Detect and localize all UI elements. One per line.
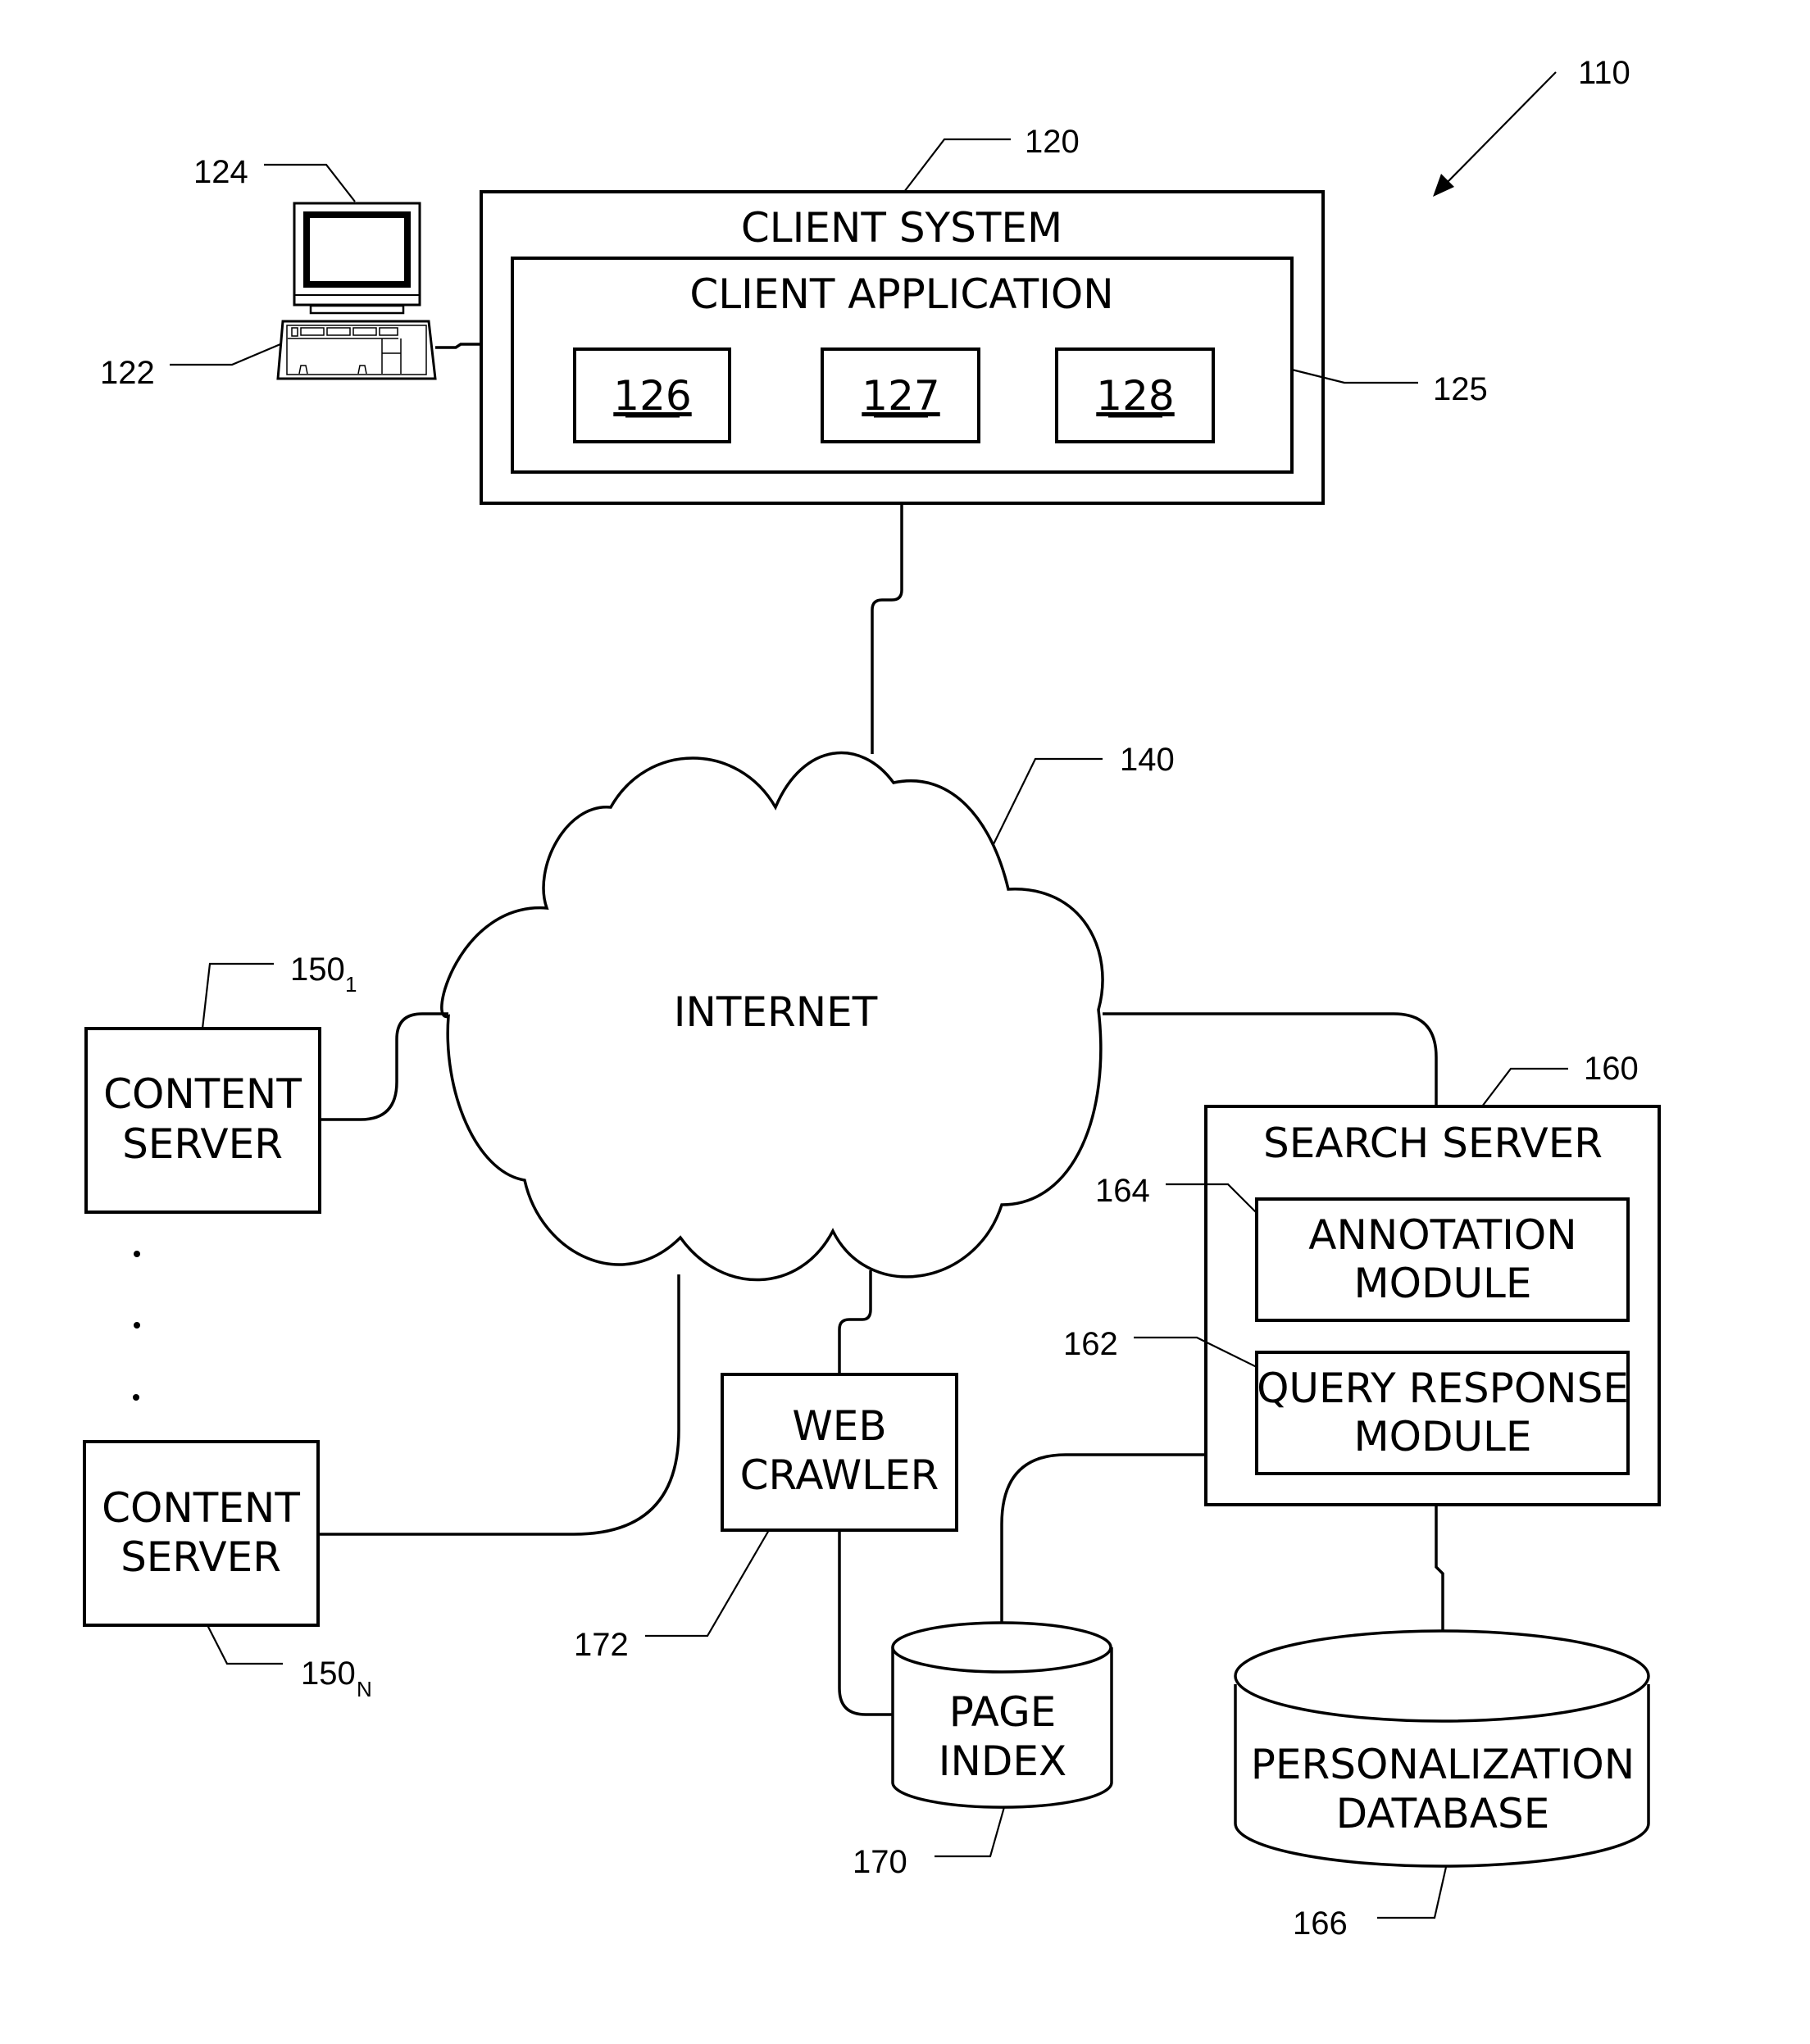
content-server-n: CONTENT SERVER 150 N <box>83 1440 372 1701</box>
search-server: SEARCH SERVER 160 ANNOTATION MODULE 164 … <box>1063 1012 1661 1506</box>
module-126: 126 <box>573 347 731 443</box>
leader-166 <box>1377 1866 1448 1919</box>
search-server-title: SEARCH SERVER <box>1263 1120 1603 1167</box>
search-index-link <box>1000 1453 1206 1623</box>
web-crawler: WEB CRAWLER 172 <box>574 1373 958 1663</box>
ref-label-search-server: 160 <box>1584 1051 1639 1087</box>
ref-label-web-crawler: 172 <box>574 1627 629 1663</box>
leader-122 <box>170 343 281 366</box>
internet-search-link <box>1103 1012 1438 1106</box>
web-crawler-label-line1: WEB <box>792 1402 886 1450</box>
crawler-internet-link <box>838 1270 872 1374</box>
content-server-label-line2: SERVER <box>121 1533 281 1581</box>
client-internet-link <box>871 503 903 754</box>
annotation-module-line1: ANNOTATION <box>1308 1211 1576 1259</box>
ref-label-monitor: 124 <box>193 154 248 190</box>
leader-172 <box>645 1529 770 1637</box>
ref-label-page-index: 170 <box>853 1844 907 1880</box>
leader-124 <box>264 163 356 202</box>
client-system: CLIENT SYSTEM 120 CLIENT APPLICATION 125… <box>480 124 1488 505</box>
internet-cloud: INTERNET 140 <box>440 742 1175 1282</box>
keyboard-icon <box>276 320 437 380</box>
module-label: 127 <box>862 372 939 420</box>
leader-160 <box>1481 1067 1568 1107</box>
leader-120 <box>903 138 1011 193</box>
ref-subscript: N <box>357 1677 372 1701</box>
ref-label-keyboard: 122 <box>100 355 155 391</box>
page-index-label-line1: PAGE <box>949 1688 1057 1736</box>
query-response-module-line1: QUERY RESPONSE <box>1257 1365 1629 1412</box>
reference-arrow-line <box>1444 71 1557 186</box>
content-server-n-link <box>318 1274 680 1536</box>
content-server-label-line1: CONTENT <box>102 1484 300 1532</box>
page-index-db: PAGE INDEX 170 <box>853 1621 1113 1880</box>
ref-label-content-server-n: 150 <box>301 1656 356 1692</box>
web-crawler-label-line2: CRAWLER <box>740 1451 939 1499</box>
ref-label-client-application: 125 <box>1433 371 1488 407</box>
keyboard-cable <box>435 343 481 349</box>
leader-170 <box>935 1806 1006 1858</box>
module-label: 128 <box>1096 372 1174 420</box>
module-127: 127 <box>821 347 980 443</box>
cylinder-top <box>1234 1629 1650 1723</box>
personalization-database: PERSONALIZATION DATABASE 166 <box>1234 1629 1650 1942</box>
ref-label-personalization-db: 166 <box>1293 1905 1348 1942</box>
ref-label-internet: 140 <box>1120 742 1175 778</box>
ref-label-annotation-module: 164 <box>1095 1173 1150 1209</box>
leader-140 <box>993 757 1103 845</box>
annotation-module-line2: MODULE <box>1353 1260 1531 1307</box>
ellipsis-dots <box>133 1251 140 1401</box>
personalization-db-line1: PERSONALIZATION <box>1251 1741 1635 1788</box>
cylinder-top <box>891 1621 1112 1674</box>
system-ref-110: 110 <box>1433 55 1630 197</box>
ref-label: 110 <box>1578 55 1630 91</box>
ref-subscript: 1 <box>345 972 357 997</box>
ref-label-client-system: 120 <box>1025 124 1080 160</box>
client-application-title: CLIENT APPLICATION <box>689 270 1113 318</box>
page-index-label-line2: INDEX <box>939 1737 1067 1785</box>
content-server-1-link <box>320 1012 448 1121</box>
computer-icon: 124 122 <box>100 154 481 391</box>
leader-150-1 <box>201 962 274 1029</box>
ref-label-content-server-1: 150 <box>290 952 345 988</box>
module-label: 126 <box>613 372 691 420</box>
module-128: 128 <box>1055 347 1215 443</box>
crawler-index-link <box>838 1530 894 1716</box>
leader-150-n <box>207 1624 283 1665</box>
search-db-link <box>1435 1505 1444 1633</box>
personalization-db-line2: DATABASE <box>1336 1790 1550 1837</box>
system-diagram: 110 124 122 CLIENT SYSTEM 120 CLIENT APP… <box>0 0 1810 2044</box>
client-system-title: CLIENT SYSTEM <box>741 204 1062 252</box>
ref-label-query-response-module: 162 <box>1063 1326 1118 1362</box>
content-server-1: CONTENT SERVER 150 1 <box>84 952 357 1214</box>
internet-label: INTERNET <box>674 988 878 1036</box>
arrow-head-icon <box>1433 174 1454 197</box>
content-server-label-line1: CONTENT <box>103 1070 302 1118</box>
query-response-module-line2: MODULE <box>1353 1413 1531 1460</box>
content-server-label-line2: SERVER <box>122 1120 283 1168</box>
monitor-screen <box>303 211 411 288</box>
